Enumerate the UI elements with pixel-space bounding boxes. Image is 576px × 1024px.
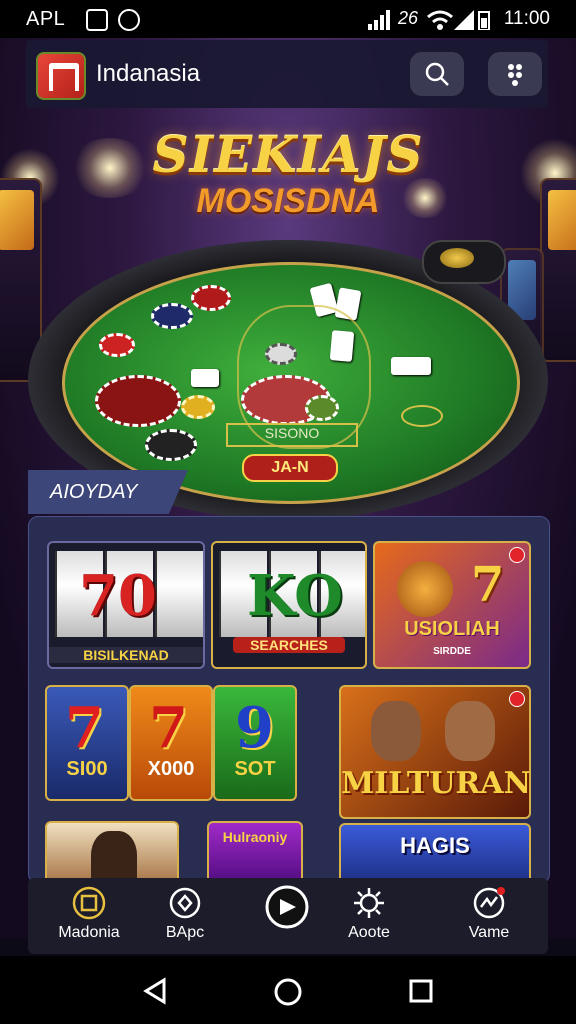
game-tile[interactable]: MILTURAN: [339, 685, 531, 819]
app-logo[interactable]: [36, 52, 86, 100]
game-label: Hulraoniy: [222, 829, 288, 845]
app-header: Indanasia: [26, 40, 548, 108]
play-icon: [265, 885, 309, 929]
game-label: BISILKENAD: [49, 647, 203, 663]
game-label: MILTURAN: [341, 766, 531, 801]
nav-item-bapc[interactable]: BApc: [140, 884, 230, 948]
game-tile[interactable]: Hulraoniy: [207, 821, 303, 883]
character-avatar: [371, 701, 421, 761]
more-vertical-icon: [508, 64, 522, 86]
back-icon[interactable]: [140, 976, 170, 1006]
hot-badge: [509, 691, 525, 707]
system-nav-bar: [0, 956, 576, 1024]
menu-button[interactable]: [488, 52, 542, 96]
gear-icon: [354, 888, 384, 918]
game-tile[interactable]: [45, 821, 179, 883]
status-bar: APL 26 11:00: [0, 0, 576, 38]
nav-label: Vame: [468, 924, 510, 941]
gold-chip: [181, 395, 215, 419]
search-icon: [425, 62, 449, 86]
wallet-icon: [473, 887, 505, 919]
hero-subtitle: MOSISDNA: [196, 182, 380, 220]
nav-label: Aoote: [348, 924, 390, 941]
settings-icon: [169, 887, 201, 919]
nav-label: BApc: [165, 924, 205, 941]
nav-item-vame[interactable]: Vame: [444, 884, 534, 948]
game-symbol: 7: [149, 695, 188, 761]
home-icon: [72, 886, 106, 920]
home-button-icon[interactable]: [272, 976, 304, 1008]
hot-badge: [509, 547, 525, 563]
game-tile[interactable]: 9 SOT: [213, 685, 297, 801]
game-tile[interactable]: 70 BISILKENAD: [47, 541, 205, 669]
wifi-icon: [427, 10, 453, 30]
game-tile[interactable]: HAGIS: [339, 823, 531, 883]
signal-icon-2: [454, 10, 474, 30]
game-label: SI00: [66, 758, 108, 780]
game-label: SOT: [234, 758, 276, 780]
game-label: SEARCHES: [233, 637, 345, 653]
chip-tray: [422, 240, 506, 284]
search-button[interactable]: [410, 52, 464, 96]
character-avatar: [91, 831, 137, 883]
app-notification-icon: [118, 9, 140, 31]
table-badge[interactable]: JA-N: [242, 454, 338, 482]
game-tile[interactable]: 7 X000: [129, 685, 213, 801]
character-avatar: [445, 701, 495, 761]
section-label: AIOYDAY: [50, 481, 138, 503]
chip-stack: [145, 429, 197, 461]
game-tile[interactable]: 7 USIOLIAH SIRDDE: [373, 541, 531, 669]
nav-item-aoote[interactable]: Aoote: [324, 884, 414, 948]
chip-stack: [151, 303, 193, 329]
game-symbol: 70: [79, 563, 157, 629]
hero-title: SIEKIAJS: [152, 125, 424, 184]
game-symbol: 7: [471, 557, 505, 613]
table-label: SISONO: [226, 423, 358, 447]
clock: 11:00: [503, 8, 550, 29]
nav-item-home[interactable]: Madonia: [44, 884, 134, 948]
section-tag: AIOYDAY: [28, 470, 188, 514]
game-symbol: 7: [65, 695, 104, 761]
game-symbol: 9: [235, 695, 274, 761]
bottom-nav: Madonia BApc Aoote Vame: [28, 878, 548, 954]
chip-stack: [191, 285, 231, 311]
notification-icon: [86, 9, 108, 31]
lion-icon: [397, 561, 453, 617]
signal-icon: [368, 10, 390, 30]
game-sublabel: SIRDDE: [433, 646, 471, 657]
table-marker: [401, 405, 443, 427]
game-tile[interactable]: 7 SI00: [45, 685, 129, 801]
nav-item-play[interactable]: [242, 884, 332, 948]
playing-card: [391, 357, 431, 375]
game-label: X000: [147, 758, 195, 780]
network-label: 26: [398, 8, 419, 28]
app-title: Indanasia: [96, 60, 201, 87]
game-tile[interactable]: KO SEARCHES: [211, 541, 367, 669]
battery-icon: [478, 11, 490, 30]
playing-card: [191, 369, 219, 387]
game-label: HAGIS: [400, 833, 470, 858]
games-panel: 70 BISILKENAD KO SEARCHES 7 USIOLIAH SIR…: [28, 516, 550, 884]
recents-icon[interactable]: [406, 976, 436, 1006]
carrier-label: APL: [26, 8, 66, 30]
game-label: USIOLIAH: [404, 618, 500, 640]
chip-stack-large: [95, 375, 181, 427]
chip-stack: [99, 333, 135, 357]
game-symbol: KO: [247, 563, 343, 629]
nav-label: Madonia: [58, 924, 120, 941]
